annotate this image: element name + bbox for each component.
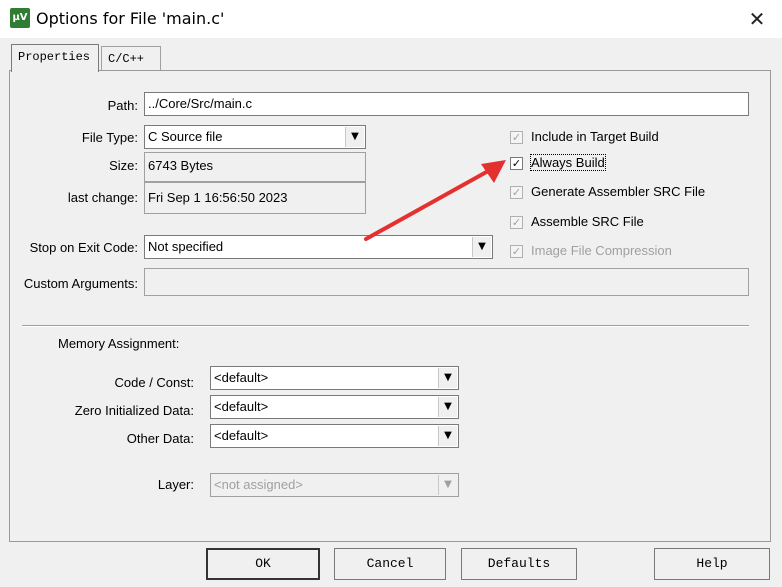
arrow-shaft [364,168,492,241]
help-button[interactable]: Help [654,548,770,580]
cancel-button[interactable]: Cancel [334,548,446,580]
defaults-button[interactable]: Defaults [461,548,577,580]
annotation-arrow [364,160,506,241]
tab-properties[interactable]: Properties [11,44,99,72]
ok-button[interactable]: OK [206,548,320,580]
